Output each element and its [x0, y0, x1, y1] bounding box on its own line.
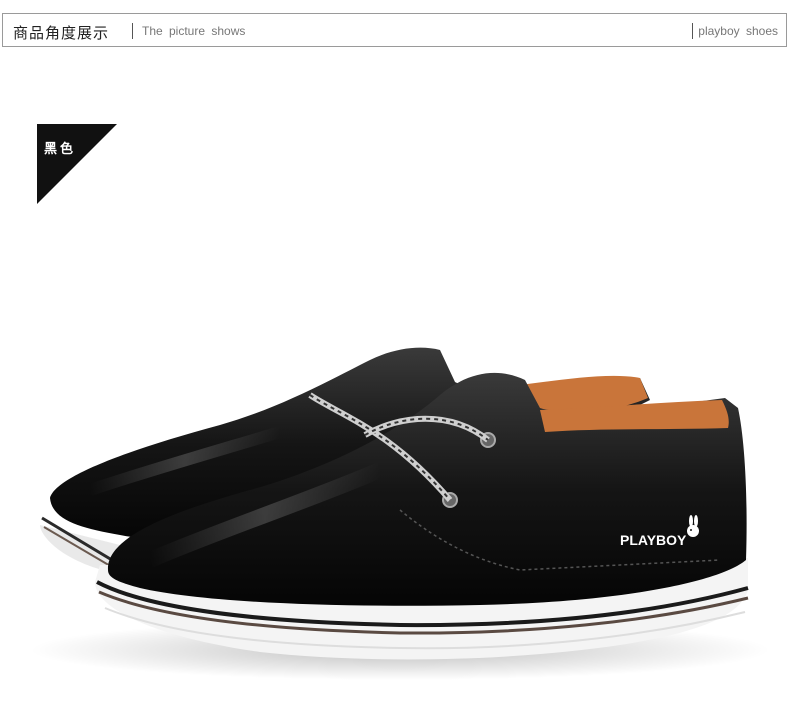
color-variant-label: 黑色: [44, 142, 77, 157]
section-title: 商品角度展示: [13, 24, 110, 42]
header-divider-left: [132, 23, 133, 39]
product-photo: PLAYBOY: [30, 347, 770, 680]
front-shoe: PLAYBOY: [95, 372, 749, 660]
corner-triangle-shape: [37, 124, 117, 204]
color-variant-tag: [37, 124, 117, 204]
section-subtitle: The picture shows: [142, 24, 246, 38]
header-divider-right: [692, 23, 693, 39]
brand-caption: playboy shoes: [698, 24, 778, 38]
brand-logo-text: PLAYBOY: [620, 532, 687, 548]
section-header: 商品角度展示 The picture shows playboy shoes: [2, 13, 787, 47]
